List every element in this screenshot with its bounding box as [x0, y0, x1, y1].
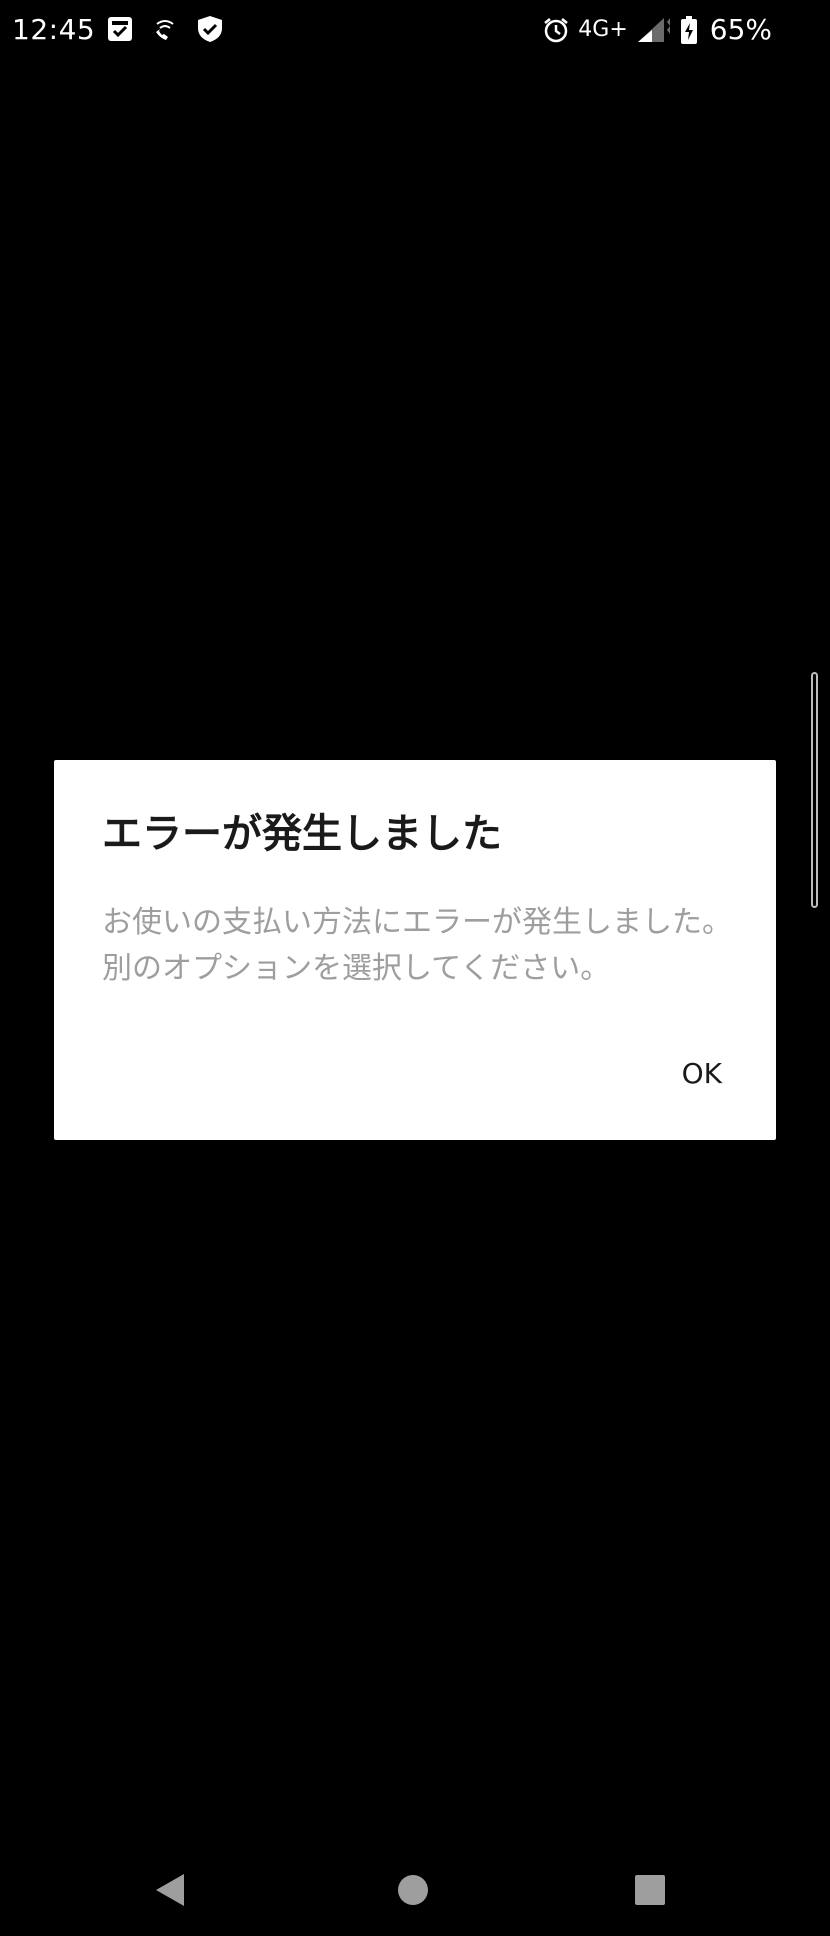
status-bar: 12:45 4G+ 65%	[0, 0, 830, 62]
alarm-icon	[542, 16, 570, 44]
home-icon[interactable]	[393, 1870, 433, 1910]
scrollbar[interactable]	[811, 672, 818, 908]
recents-icon[interactable]	[630, 1870, 670, 1910]
status-right: 4G+ 65%	[542, 12, 772, 48]
battery-percent: 65%	[709, 13, 772, 46]
status-time: 12:45	[12, 13, 96, 46]
screen: 12:45 4G+ 65% エラーが発生しました お使いの支払い方法にエラーが発…	[0, 0, 830, 1936]
dialog-title: エラーが発生しました	[102, 811, 502, 857]
navigation-bar	[0, 1836, 830, 1936]
ok-button[interactable]: OK	[682, 1056, 722, 1092]
battery-charging-icon	[680, 15, 698, 45]
error-dialog: エラーが発生しました お使いの支払い方法にエラーが発生しました。 別のオプション…	[54, 760, 776, 1140]
back-icon[interactable]	[150, 1870, 190, 1910]
shield-check-icon	[196, 14, 224, 44]
wifi-calling-icon	[152, 16, 178, 42]
clipboard-check-icon	[106, 15, 134, 43]
signal-icon	[636, 16, 672, 44]
status-left-icons	[106, 14, 224, 44]
network-type: 4G+	[578, 17, 628, 42]
dialog-message: お使いの支払い方法にエラーが発生しました。 別のオプションを選択してください。	[102, 905, 732, 986]
